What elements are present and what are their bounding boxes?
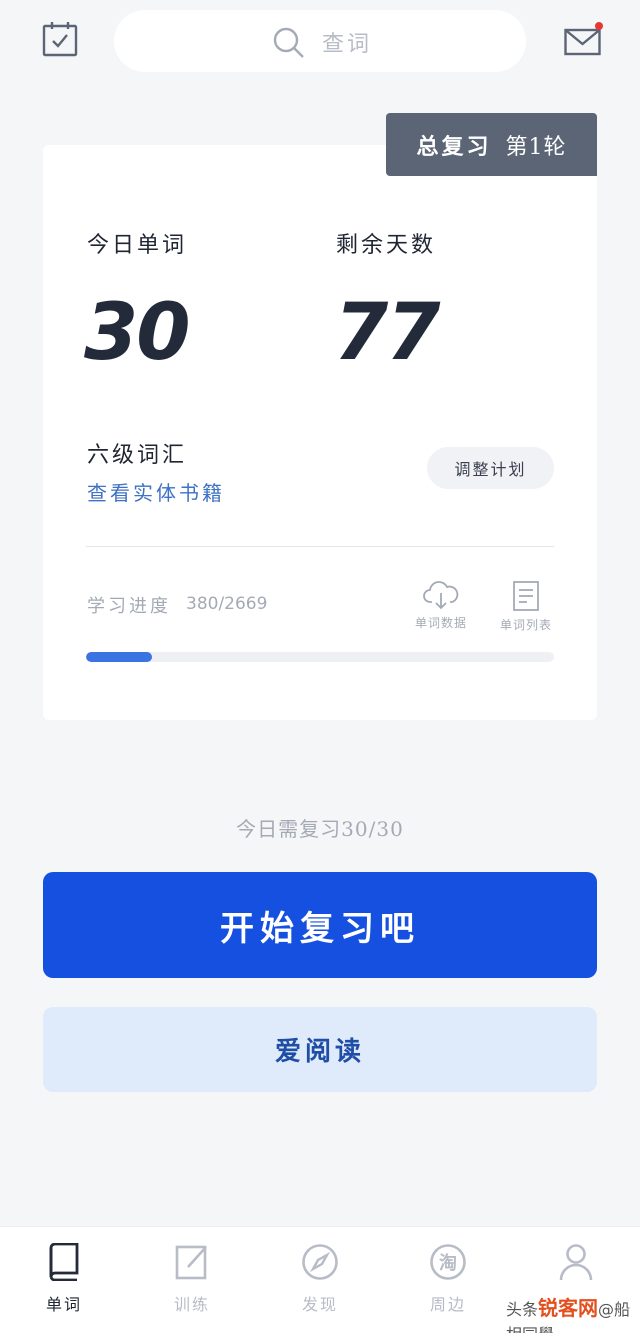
- nav-item-training[interactable]: 训练: [142, 1243, 242, 1315]
- word-list-label: 单词列表: [499, 618, 552, 632]
- nav-item-discover[interactable]: 发现: [270, 1243, 370, 1315]
- nav-label: 周边: [429, 1295, 466, 1314]
- progress-bar-fill: [86, 652, 153, 662]
- book-icon: [49, 1243, 79, 1281]
- start-review-button[interactable]: 开始复习吧: [43, 872, 597, 978]
- search-bar[interactable]: 查词: [114, 10, 526, 72]
- watermark: 头条锐客网@船相同學: [506, 1292, 640, 1333]
- calendar-check-icon[interactable]: [42, 21, 78, 57]
- round-label: 第1轮: [505, 134, 567, 160]
- search-icon: [273, 27, 304, 58]
- nav-label: 训练: [173, 1295, 210, 1314]
- divider: [86, 546, 554, 547]
- nav-item-words[interactable]: 单词: [14, 1243, 114, 1315]
- love-reading-button[interactable]: 爱阅读: [43, 1007, 597, 1092]
- search-placeholder: 查词: [322, 32, 373, 57]
- nav-item-nearby[interactable]: 淘 周边: [398, 1243, 498, 1315]
- word-data-button[interactable]: 单词数据: [401, 580, 481, 631]
- days-left-label: 剩余天数: [336, 233, 437, 258]
- review-round-tag: 总复习 第1轮: [386, 113, 597, 176]
- edit-icon: [175, 1245, 207, 1280]
- compass-icon: [302, 1244, 338, 1280]
- nav-label: 单词: [45, 1295, 82, 1314]
- view-book-link[interactable]: 查看实体书籍: [87, 477, 225, 506]
- word-data-label: 单词数据: [414, 616, 467, 630]
- adjust-plan-button[interactable]: 调整计划: [427, 447, 554, 489]
- list-document-icon: [513, 581, 539, 611]
- watermark-source: 头条: [506, 1300, 539, 1319]
- round-title: 总复习: [416, 133, 492, 160]
- taobao-icon: 淘: [430, 1244, 466, 1280]
- person-icon: [559, 1244, 593, 1281]
- progress-bar: [86, 652, 554, 662]
- progress-label: 学习进度: [87, 596, 171, 617]
- vocab-book-title: 六级词汇: [87, 443, 188, 468]
- review-count-text: 今日需复习30/30: [236, 817, 404, 841]
- progress-count: 380/2669: [186, 594, 268, 614]
- today-words-value: 30: [84, 288, 191, 378]
- nav-item-profile[interactable]: [526, 1243, 626, 1281]
- notification-badge: [595, 22, 603, 30]
- cloud-download-icon: [423, 581, 459, 610]
- nav-label: 发现: [301, 1295, 338, 1314]
- word-list-button[interactable]: 单词列表: [486, 580, 566, 633]
- top-bar: 查词: [0, 0, 640, 84]
- svg-text:淘: 淘: [439, 1252, 457, 1274]
- mail-icon[interactable]: [564, 22, 604, 58]
- today-words-label: 今日单词: [87, 233, 188, 258]
- days-left-value: 77: [334, 288, 441, 378]
- watermark-brand: 锐客网: [538, 1296, 599, 1320]
